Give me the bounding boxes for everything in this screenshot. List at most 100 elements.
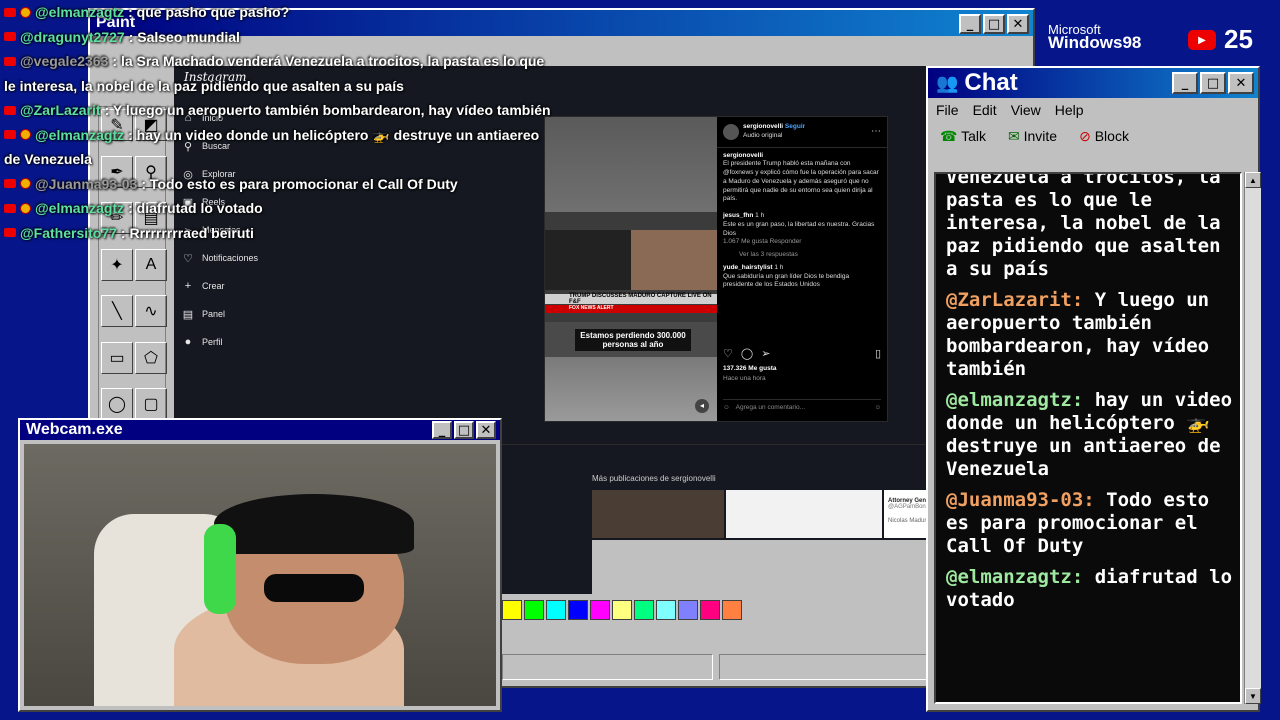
chat-titlebar[interactable]: 👥 Chat _ □ ✕	[928, 68, 1258, 98]
minimize-button[interactable]: _	[432, 421, 452, 439]
ig-nav-perfil[interactable]: ● Perfil	[174, 328, 294, 356]
close-button[interactable]: ✕	[1007, 14, 1029, 34]
scroll-up-arrow[interactable]: ▲	[1245, 172, 1261, 188]
paint-tool[interactable]: ▭	[101, 341, 133, 374]
comment-user[interactable]: yude_hairstylist	[723, 264, 773, 271]
minimize-button[interactable]: _	[1172, 72, 1198, 94]
color-swatch[interactable]	[678, 600, 698, 620]
chat-message: @elmanzagtz: diafrutad lo votado	[946, 566, 1236, 612]
overlay-message: @elmanzagtz: hay un video donde un helic…	[4, 123, 564, 148]
post-username[interactable]: sergionovelli	[743, 123, 783, 130]
color-swatch[interactable]	[612, 600, 632, 620]
more-icon[interactable]: ⋯	[871, 125, 881, 139]
maximize-button[interactable]: □	[983, 14, 1005, 34]
overlay-username: @vegale2363	[20, 53, 109, 69]
ig-nav-crear[interactable]: + Crear	[174, 272, 294, 300]
paint-tool[interactable]: ╲	[101, 295, 133, 328]
member-badge-icon	[20, 178, 31, 190]
comment-meta[interactable]: 1.067 Me gusta Responder	[723, 238, 881, 247]
chat-username: @elmanzagtz:	[946, 566, 1084, 588]
close-button[interactable]: ✕	[476, 421, 496, 439]
overlay-text: : Y luego un aeropuerto también bombarde…	[104, 102, 551, 118]
block-icon: ⊘	[1079, 128, 1091, 144]
likes-count[interactable]: 137.326 Me gusta	[723, 365, 776, 374]
minimize-button[interactable]: _	[959, 14, 981, 34]
menu-edit[interactable]: Edit	[973, 102, 997, 118]
invite-button[interactable]: ✉ Invite	[1008, 128, 1057, 145]
color-swatch[interactable]	[634, 600, 654, 620]
comment-user[interactable]: jesus_fhn	[723, 212, 753, 219]
emoji-icon[interactable]: ☺	[874, 404, 881, 413]
add-comment-input[interactable]: Agrega un comentario...	[736, 404, 805, 413]
related-thumb[interactable]	[592, 490, 724, 538]
post-comments: sergionovelli Seguir Audio original ⋯ se…	[717, 117, 887, 421]
post-video[interactable]: TRUMP DISCUSSES MADURO CAPTURE LIVE ON F…	[545, 117, 717, 421]
emoji-icon[interactable]: ☺	[723, 404, 730, 413]
news-headline: TRUMP DISCUSSES MADURO CAPTURE LIVE ON F…	[545, 293, 717, 305]
avatar[interactable]	[723, 123, 739, 140]
overlay-text: : diafrutad lo votado	[128, 200, 263, 216]
color-swatch[interactable]	[524, 600, 544, 620]
color-swatch[interactable]	[700, 600, 720, 620]
overlay-username: @dragunyt2727	[20, 28, 125, 45]
maximize-button[interactable]: □	[454, 421, 474, 439]
cap	[214, 494, 414, 554]
windows-text: Windows98	[1048, 33, 1142, 52]
view-replies[interactable]: Ver las 3 respuestas	[739, 251, 881, 260]
color-swatch[interactable]	[656, 600, 676, 620]
more-posts-label: Más publicaciones de sergionovelli	[592, 474, 716, 483]
like-icon[interactable]: ♡	[723, 347, 733, 362]
youtube-icon	[4, 228, 16, 238]
youtube-icon	[4, 56, 16, 66]
scroll-down-arrow[interactable]: ▼	[1245, 688, 1261, 704]
overlay-text: : Rrrrrrrrraed beiruti	[120, 224, 254, 241]
block-label: Block	[1094, 128, 1129, 144]
nav-label: Notificaciones	[202, 253, 259, 263]
close-button[interactable]: ✕	[1228, 72, 1254, 94]
chat-scrollbar[interactable]: ▲ ▼	[1244, 172, 1261, 704]
paint-tool[interactable]: ∿	[135, 295, 167, 328]
paint-tool[interactable]: A	[135, 248, 167, 281]
mute-icon[interactable]: ◂	[695, 399, 709, 413]
maximize-button[interactable]: □	[1200, 72, 1226, 94]
comment-icon[interactable]: ◯	[741, 347, 753, 362]
related-thumb[interactable]	[726, 490, 882, 538]
paint-tool[interactable]: ⬠	[135, 341, 167, 374]
overlay-message: @vegale2363: la Sra Machado venderá Vene…	[4, 49, 564, 74]
webcam-titlebar[interactable]: Webcam.exe _ □ ✕	[20, 420, 500, 440]
color-swatch[interactable]	[722, 600, 742, 620]
instagram-post: TRUMP DISCUSSES MADURO CAPTURE LIVE ON F…	[544, 116, 888, 422]
invite-icon: ✉	[1008, 128, 1020, 144]
talk-button[interactable]: ☎ Talk	[940, 128, 986, 145]
youtube-icon	[4, 130, 16, 140]
color-swatch[interactable]	[590, 600, 610, 620]
chat-username: @ZarLazarit:	[946, 289, 1084, 311]
follow-link[interactable]: Seguir	[785, 123, 805, 130]
audio-label[interactable]: Audio original	[743, 132, 782, 139]
overlay-message: de Venezuela	[4, 147, 564, 172]
paint-tool[interactable]: ▢	[135, 388, 167, 421]
news-frame: TRUMP DISCUSSES MADURO CAPTURE LIVE ON F…	[545, 212, 717, 322]
overlay-message: @ZarLazarit: Y luego un aeropuerto tambi…	[4, 98, 564, 123]
color-swatch[interactable]	[546, 600, 566, 620]
overlay-message: @elmanzagtz: diafrutad lo votado	[4, 196, 564, 221]
invite-label: Invite	[1023, 128, 1058, 144]
save-icon[interactable]: ▯	[875, 347, 881, 362]
color-swatch[interactable]	[568, 600, 588, 620]
chat-username: @Juanma93-03:	[946, 489, 1095, 511]
member-badge-icon	[20, 129, 31, 141]
webcam-feed	[24, 444, 496, 706]
color-swatch[interactable]	[502, 600, 522, 620]
chat-log[interactable]: Venezuela a trocitos, la pasta es lo que…	[934, 172, 1242, 704]
share-icon[interactable]: ➢	[761, 347, 770, 362]
ig-nav-panel[interactable]: ▤ Panel	[174, 300, 294, 328]
ig-nav-notificaciones[interactable]: ♡ Notificaciones	[174, 244, 294, 272]
block-button[interactable]: ⊘ Block	[1079, 128, 1129, 145]
paint-tool[interactable]: ✦	[101, 248, 133, 281]
paint-tool[interactable]: ◯	[101, 388, 133, 421]
menu-file[interactable]: File	[936, 102, 959, 118]
nav-icon: ▤	[182, 308, 194, 321]
caption-user[interactable]: sergionovelli	[723, 152, 763, 159]
menu-help[interactable]: Help	[1055, 102, 1084, 118]
menu-view[interactable]: View	[1011, 102, 1041, 118]
